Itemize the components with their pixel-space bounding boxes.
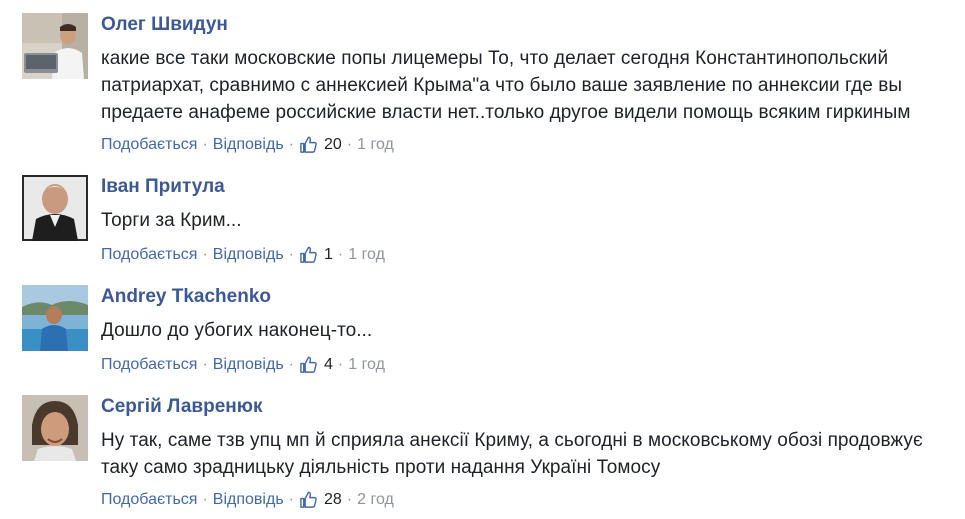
thumbs-up-icon[interactable] [299, 355, 318, 374]
comment-timestamp[interactable]: 1 год [348, 245, 385, 265]
like-count: 1 [323, 246, 333, 263]
comment-actions: Подобається · Відповідь · 1 · 1 год [101, 245, 385, 265]
comment-timestamp[interactable]: 2 год [357, 490, 394, 510]
comment-timestamp[interactable]: 1 год [357, 135, 394, 155]
separator: · [202, 356, 208, 373]
separator: · [337, 356, 344, 373]
avatar-photo [22, 395, 88, 461]
reply-link[interactable]: Відповідь [213, 490, 284, 510]
separator: · [202, 136, 208, 153]
separator: · [337, 246, 344, 263]
separator: · [288, 246, 294, 263]
reply-link[interactable]: Відповідь [213, 355, 284, 375]
reply-link[interactable]: Відповідь [213, 245, 284, 265]
like-link[interactable]: Подобається [101, 490, 197, 510]
like-link[interactable]: Подобається [101, 355, 197, 375]
comment-actions: Подобається · Відповідь · 28 · 2 год [101, 490, 394, 510]
avatar-photo [22, 175, 88, 241]
like-count: 4 [323, 356, 333, 373]
separator: · [288, 491, 294, 508]
thumbs-up-icon[interactable] [299, 490, 318, 509]
like-link[interactable]: Подобається [101, 245, 197, 265]
separator: · [202, 491, 208, 508]
separator: · [288, 356, 294, 373]
comment-text: какие все таки московские попы лицемеры … [101, 48, 911, 123]
like-count: 20 [323, 136, 342, 153]
separator: · [202, 246, 208, 263]
thumbs-up-icon[interactable] [299, 245, 318, 264]
comment-actions: Подобається · Відповідь · 4 · 1 год [101, 355, 385, 375]
separator: · [288, 136, 294, 153]
comment-text: Дошло до убогих наконец-то... [101, 320, 373, 341]
comment-actions: Подобається · Відповідь · 20 · 1 год [101, 135, 394, 155]
avatar[interactable] [22, 175, 88, 241]
avatar[interactable] [22, 13, 88, 79]
like-count: 28 [323, 491, 342, 508]
comment-author[interactable]: Олег Швидун [101, 13, 228, 37]
comment-author[interactable]: Сергій Лавренюк [101, 395, 262, 419]
comment-author[interactable]: Andrey Tkachenko [101, 285, 271, 309]
comment-author[interactable]: Іван Притула [101, 175, 225, 199]
avatar[interactable] [22, 285, 88, 351]
avatar-photo [22, 13, 88, 79]
comment-timestamp[interactable]: 1 год [348, 355, 385, 375]
reply-link[interactable]: Відповідь [213, 135, 284, 155]
comment-text: Ну так, саме тзв упц мп й сприяла анексі… [101, 430, 923, 478]
thumbs-up-icon[interactable] [299, 135, 318, 154]
avatar-photo [22, 285, 88, 351]
separator: · [346, 136, 353, 153]
comment-text: Торги за Крим... [101, 210, 242, 231]
separator: · [346, 491, 353, 508]
like-link[interactable]: Подобається [101, 135, 197, 155]
avatar[interactable] [22, 395, 88, 461]
